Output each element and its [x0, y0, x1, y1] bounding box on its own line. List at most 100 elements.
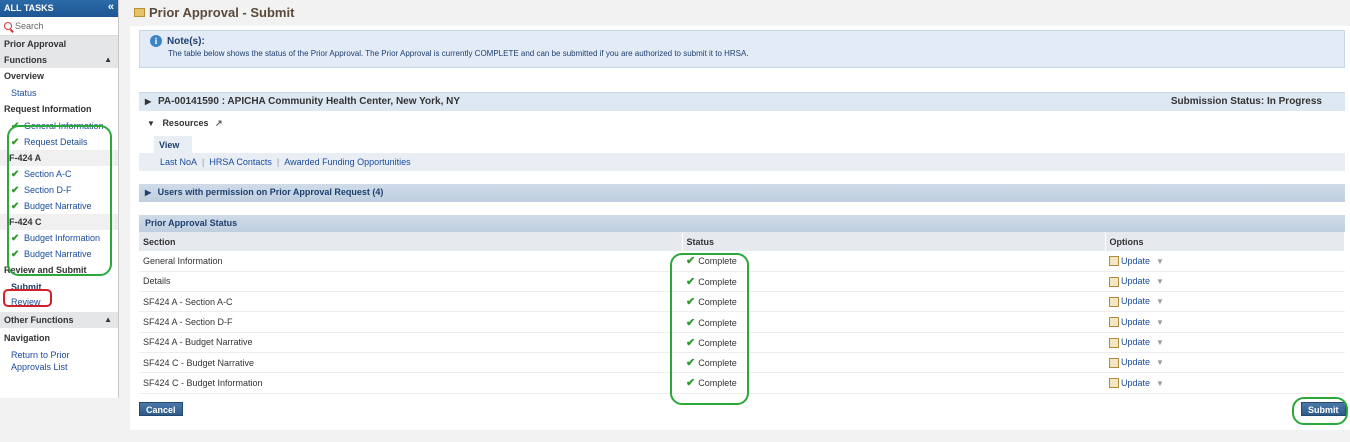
note-title: i Note(s): — [150, 35, 1334, 47]
column-header: Options — [1105, 232, 1345, 251]
sidebar-header: ALL TASKS « — [0, 0, 118, 17]
sidebar-item-section-a-c[interactable]: ✔ Section A-C — [0, 166, 118, 182]
submission-status: Submission Status: In Progress — [1170, 96, 1322, 107]
submit-button[interactable]: Submit — [1301, 402, 1346, 416]
section-cell: SF424 C - Budget Information — [139, 372, 682, 394]
status-text: Complete — [698, 276, 737, 287]
functions-label: Functions — [4, 55, 47, 65]
sidebar-item-budget-narrative-c[interactable]: ✔ Budget Narrative — [0, 246, 118, 262]
check-icon: ✔ — [11, 168, 20, 180]
submit-link-label: Submit — [11, 282, 42, 292]
navigation-label: Navigation — [4, 333, 51, 343]
resources-title: Resources — [162, 118, 209, 128]
sidebar-item-review[interactable]: Review — [0, 295, 118, 308]
update-link[interactable]: Update — [1121, 378, 1150, 388]
external-link-icon[interactable]: ↗ — [215, 118, 223, 128]
sidebar-title: ALL TASKS — [4, 3, 54, 13]
sidebar-item-budget-information[interactable]: ✔ Budget Information — [0, 230, 118, 246]
folder-icon — [134, 8, 145, 17]
options-cell: Update ▼ — [1105, 271, 1345, 293]
sidebar-item-submit[interactable]: Submit — [0, 279, 118, 295]
column-header[interactable]: Status — [682, 232, 1106, 251]
update-link[interactable]: Update — [1121, 357, 1150, 367]
options-cell: Update ▼ — [1105, 352, 1345, 374]
functions-header[interactable]: Functions ▲ — [0, 52, 118, 68]
sidebar-item-section-d-f[interactable]: ✔ Section D-F — [0, 182, 118, 198]
status-cell: ✔ Complete — [682, 332, 1105, 353]
sidebar: ALL TASKS « Search Prior Approval Functi… — [0, 0, 119, 398]
chevron-up-icon[interactable]: ▲ — [104, 315, 112, 324]
sidebar-item-general-information[interactable]: ✔ General Information — [0, 118, 118, 134]
table-header-row: Section Status Options — [139, 232, 1345, 251]
sidebar-item-label: Section D-F — [24, 185, 72, 195]
resource-links: Last NoA | HRSA Contacts | Awarded Fundi… — [139, 153, 1345, 171]
chevron-down-icon[interactable]: ▼ — [1156, 379, 1164, 388]
review-submit-label: Review and Submit — [4, 265, 87, 275]
sidebar-item-return[interactable]: Return to Prior Approvals List — [0, 347, 118, 375]
update-link[interactable]: Update — [1121, 256, 1150, 266]
update-link[interactable]: Update — [1121, 317, 1150, 327]
link-last-noa[interactable]: Last NoA — [160, 157, 197, 167]
sidebar-item-request-details[interactable]: ✔ Request Details — [0, 134, 118, 150]
search-input[interactable]: Search — [15, 21, 44, 31]
other-functions-header[interactable]: Other Functions ▲ — [0, 312, 118, 328]
table-row: General Information ✔ Complete Update ▼ — [139, 251, 1345, 272]
check-icon: ✔ — [686, 357, 696, 370]
note-title-text: Note(s): — [167, 35, 205, 47]
update-link[interactable]: Update — [1121, 276, 1150, 286]
request-info-label: Request Information — [4, 104, 92, 114]
status-panel-title: Prior Approval Status — [139, 215, 1345, 232]
collapse-sidebar-icon[interactable]: « — [108, 1, 114, 13]
table-row: SF424 C - Budget Narrative ✔ Complete Upd… — [139, 352, 1345, 374]
divider: | — [276, 157, 280, 167]
check-icon: ✔ — [686, 336, 696, 349]
edit-icon — [1109, 378, 1119, 389]
chevron-down-icon[interactable]: ▼ — [1156, 358, 1164, 367]
resources-header[interactable]: ▼ Resources ↗ — [147, 118, 223, 129]
search-icon — [4, 22, 12, 30]
link-awarded-funding[interactable]: Awarded Funding Opportunities — [284, 157, 410, 167]
check-icon: ✔ — [11, 136, 20, 148]
return-link-label: Return to Prior Approvals List — [11, 350, 70, 372]
status-cell: ✔ Complete — [682, 311, 1105, 333]
chevron-down-icon[interactable]: ▼ — [1156, 318, 1164, 327]
chevron-up-icon[interactable]: ▲ — [104, 55, 112, 64]
table-row: SF424 A - Budget Narrative ✔ Complete Upd… — [139, 332, 1345, 353]
users-bar-title: Users with permission on Prior Approval … — [157, 187, 384, 197]
status-text: Complete — [698, 317, 737, 328]
expand-right-icon[interactable]: ▶ — [145, 188, 151, 197]
table-row: Details ✔ Complete Update ▼ — [139, 271, 1345, 293]
check-icon: ✔ — [686, 316, 696, 329]
link-hrsa-contacts[interactable]: HRSA Contacts — [209, 157, 272, 167]
check-icon: ✔ — [686, 377, 696, 390]
chevron-down-icon[interactable]: ▼ — [1156, 297, 1164, 306]
cancel-button[interactable]: Cancel — [139, 402, 183, 416]
check-icon: ✔ — [686, 255, 696, 268]
users-permission-bar[interactable]: ▶ Users with permission on Prior Approva… — [139, 184, 1345, 202]
edit-icon — [1109, 276, 1119, 287]
chevron-down-icon[interactable]: ▼ — [1156, 338, 1164, 347]
note-text: The table below shows the status of the … — [168, 49, 749, 58]
chevron-down-icon[interactable]: ▼ — [1156, 277, 1164, 286]
status-text: Complete — [698, 337, 737, 348]
status-cell: ✔ Complete — [682, 352, 1105, 374]
review-link-label: Review — [11, 296, 41, 307]
other-functions-label: Other Functions — [4, 315, 74, 325]
status-cell: ✔ Complete — [682, 251, 1105, 272]
options-cell: Update ▼ — [1105, 251, 1345, 272]
update-link[interactable]: Update — [1121, 337, 1150, 347]
pa-header[interactable]: ▶ PA-00141590 : APICHA Community Health … — [139, 92, 1345, 111]
options-cell: Update ▼ — [1105, 311, 1345, 333]
tab-view[interactable]: View — [154, 136, 192, 153]
expand-right-icon[interactable]: ▶ — [145, 97, 151, 106]
main-area: Prior Approval - Submit i Note(s): The t… — [125, 0, 1350, 442]
check-icon: ✔ — [11, 184, 20, 196]
collapse-down-icon[interactable]: ▼ — [147, 119, 155, 128]
update-link[interactable]: Update — [1121, 296, 1150, 306]
column-header[interactable]: Section — [139, 232, 683, 251]
sidebar-item-budget-narrative-a[interactable]: ✔ Budget Narrative — [0, 198, 118, 214]
sidebar-item-status[interactable]: Status — [0, 85, 118, 101]
chevron-down-icon[interactable]: ▼ — [1156, 257, 1164, 266]
sidebar-search[interactable]: Search — [0, 17, 118, 36]
section-cell: General Information — [139, 251, 682, 272]
